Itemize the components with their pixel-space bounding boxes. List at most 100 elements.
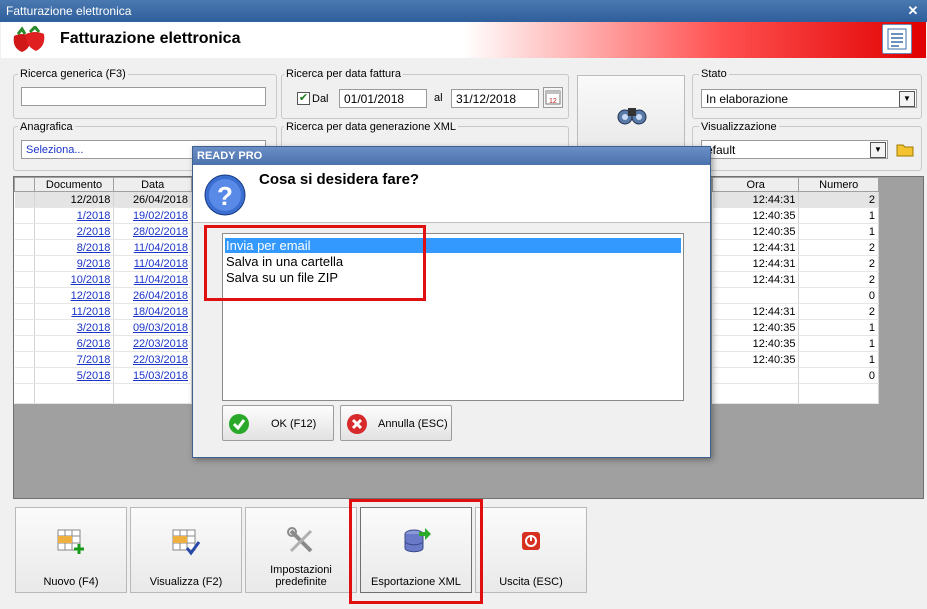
annulla-button[interactable]: Annulla (ESC) bbox=[340, 405, 452, 441]
row-indicator bbox=[14, 351, 35, 368]
cell-documento[interactable]: 12/2018 bbox=[34, 191, 115, 208]
cell-numero: 1 bbox=[798, 335, 879, 352]
impostazioni-button[interactable]: Impostazioni predefinite bbox=[245, 507, 357, 593]
table-row[interactable]: 12:40:35 1 bbox=[712, 207, 879, 224]
table-row[interactable]: 12:44:31 2 bbox=[712, 303, 879, 320]
cell-data[interactable]: 11/04/2018 bbox=[113, 255, 192, 272]
table-row[interactable]: 12:44:31 2 bbox=[712, 271, 879, 288]
option-salva-zip[interactable]: Salva su un file ZIP bbox=[225, 270, 681, 285]
cell-ora: 12:40:35 bbox=[712, 207, 800, 224]
cell-documento[interactable]: 9/2018 bbox=[34, 255, 115, 272]
folder-icon[interactable] bbox=[895, 139, 915, 159]
cell-documento[interactable]: 6/2018 bbox=[34, 335, 115, 352]
dialog-question: Cosa si desidera fare? bbox=[259, 171, 420, 188]
cell-numero: 1 bbox=[798, 223, 879, 240]
esportazione-xml-label: Esportazione XML bbox=[371, 576, 461, 588]
cell-data[interactable]: 22/03/2018 bbox=[113, 351, 192, 368]
visualizzazione-label: Visualizzazione bbox=[699, 121, 779, 133]
cell-data[interactable]: 18/04/2018 bbox=[113, 303, 192, 320]
cell-data[interactable]: 26/04/2018 bbox=[113, 191, 192, 208]
esportazione-xml-button[interactable]: Esportazione XML bbox=[360, 507, 472, 593]
date-to-input[interactable]: 31/12/2018 bbox=[451, 89, 539, 108]
dal-checkbox[interactable]: ✔ bbox=[297, 92, 310, 105]
table-row[interactable]: 6/2018 22/03/2018 bbox=[14, 335, 192, 352]
generic-search-label: Ricerca generica (F3) bbox=[18, 68, 128, 80]
date-from-input[interactable]: 01/01/2018 bbox=[339, 89, 427, 108]
cell-documento[interactable]: 11/2018 bbox=[34, 303, 115, 320]
al-label: al bbox=[434, 92, 443, 104]
close-icon[interactable]: ✕ bbox=[904, 3, 922, 19]
table-row[interactable]: 12:44:31 2 bbox=[712, 191, 879, 208]
table-row[interactable]: 3/2018 09/03/2018 bbox=[14, 319, 192, 336]
cell-ora: 12:40:35 bbox=[712, 319, 800, 336]
action-listbox[interactable]: Invia per email Salva in una cartella Sa… bbox=[222, 233, 684, 401]
table-row[interactable]: 12:40:35 1 bbox=[712, 351, 879, 368]
chevron-down-icon[interactable]: ▼ bbox=[870, 142, 886, 158]
table-row[interactable]: 10/2018 11/04/2018 bbox=[14, 271, 192, 288]
table-row[interactable]: 12:40:35 1 bbox=[712, 335, 879, 352]
cell-data[interactable]: 22/03/2018 bbox=[113, 335, 192, 352]
table-row[interactable]: 2/2018 28/02/2018 bbox=[14, 223, 192, 240]
cell-data[interactable]: 26/04/2018 bbox=[113, 287, 192, 304]
table-row[interactable]: 12:44:31 2 bbox=[712, 239, 879, 256]
search-button[interactable] bbox=[577, 75, 685, 155]
visualizza-button[interactable]: Visualizza (F2) bbox=[130, 507, 242, 593]
cell-ora: 12:44:31 bbox=[712, 191, 800, 208]
cell-data[interactable]: 11/04/2018 bbox=[113, 239, 192, 256]
uscita-button[interactable]: Uscita (ESC) bbox=[475, 507, 587, 593]
table-row[interactable]: 0 bbox=[712, 367, 879, 384]
table-row[interactable]: 12:40:35 1 bbox=[712, 319, 879, 336]
calendar-icon[interactable]: 12 bbox=[543, 87, 563, 108]
option-invia-email[interactable]: Invia per email bbox=[225, 238, 681, 253]
cell-data[interactable]: 11/04/2018 bbox=[113, 271, 192, 288]
cell-documento[interactable]: 2/2018 bbox=[34, 223, 115, 240]
row-indicator bbox=[14, 303, 35, 320]
visualizzazione-select[interactable]: efault bbox=[701, 140, 888, 159]
chevron-down-icon[interactable]: ▼ bbox=[899, 91, 915, 107]
table-row[interactable]: 7/2018 22/03/2018 bbox=[14, 351, 192, 368]
column-header-ora[interactable]: Ora bbox=[711, 177, 800, 192]
option-salva-cartella[interactable]: Salva in una cartella bbox=[225, 254, 681, 269]
cell-ora: 12:40:35 bbox=[712, 223, 800, 240]
cell-data[interactable]: 15/03/2018 bbox=[113, 367, 192, 384]
row-indicator bbox=[14, 207, 35, 224]
cell-documento[interactable]: 5/2018 bbox=[34, 367, 115, 384]
question-icon: ? bbox=[204, 174, 246, 216]
cell-documento[interactable]: 8/2018 bbox=[34, 239, 115, 256]
table-row[interactable]: 12/2018 26/04/2018 bbox=[14, 191, 192, 208]
cell-documento[interactable]: 12/2018 bbox=[34, 287, 115, 304]
cell-numero: 2 bbox=[798, 239, 879, 256]
cell-ora bbox=[712, 287, 800, 304]
cell-numero: 2 bbox=[798, 255, 879, 272]
cell-documento[interactable]: 7/2018 bbox=[34, 351, 115, 368]
impostazioni-label-2: predefinite bbox=[275, 576, 327, 588]
table-row[interactable]: 8/2018 11/04/2018 bbox=[14, 239, 192, 256]
generic-search-input[interactable] bbox=[21, 87, 266, 106]
table-row[interactable]: 5/2018 15/03/2018 bbox=[14, 367, 192, 384]
table-row[interactable]: 1/2018 19/02/2018 bbox=[14, 207, 192, 224]
uscita-label: Uscita (ESC) bbox=[499, 576, 563, 588]
svg-text:?: ? bbox=[217, 181, 233, 211]
document-list-icon[interactable] bbox=[882, 24, 912, 54]
table-row[interactable]: 12/2018 26/04/2018 bbox=[14, 287, 192, 304]
table-row[interactable]: 9/2018 11/04/2018 bbox=[14, 255, 192, 272]
table-row[interactable]: 12:44:31 2 bbox=[712, 255, 879, 272]
table-row[interactable]: 12:40:35 1 bbox=[712, 223, 879, 240]
column-header-numero[interactable]: Numero bbox=[798, 177, 879, 192]
cell-data[interactable]: 19/02/2018 bbox=[113, 207, 192, 224]
nuovo-button[interactable]: Nuovo (F4) bbox=[15, 507, 127, 593]
cell-ora: 12:40:35 bbox=[712, 335, 800, 352]
cell-documento[interactable]: 1/2018 bbox=[34, 207, 115, 224]
column-header-documento[interactable]: Documento bbox=[33, 177, 115, 192]
cell-numero: 2 bbox=[798, 303, 879, 320]
cell-data[interactable]: 09/03/2018 bbox=[113, 319, 192, 336]
stato-select[interactable]: In elaborazione bbox=[701, 89, 917, 108]
cell-documento[interactable]: 3/2018 bbox=[34, 319, 115, 336]
cell-documento[interactable]: 10/2018 bbox=[34, 271, 115, 288]
column-header-data[interactable]: Data bbox=[113, 177, 192, 192]
table-row[interactable]: 11/2018 18/04/2018 bbox=[14, 303, 192, 320]
table-row[interactable]: 0 bbox=[712, 287, 879, 304]
nuovo-label: Nuovo (F4) bbox=[43, 576, 99, 588]
cell-data[interactable]: 28/02/2018 bbox=[113, 223, 192, 240]
ok-button[interactable]: OK (F12) bbox=[222, 405, 334, 441]
